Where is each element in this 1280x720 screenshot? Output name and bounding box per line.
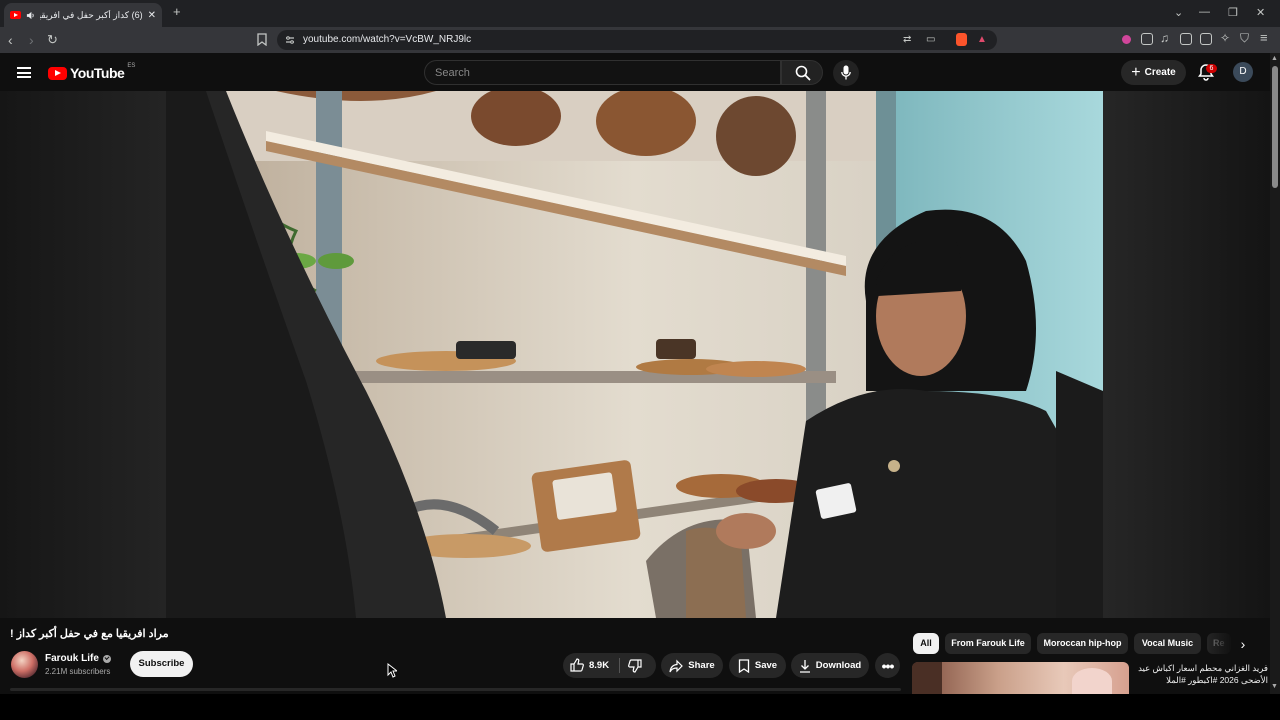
video-title: مراد افريقيا مع في حفل أكبر كداز ! — [10, 628, 169, 640]
speaker-icon[interactable] — [26, 11, 35, 20]
save-button[interactable]: Save — [729, 653, 786, 678]
more-actions-button[interactable]: ••• — [875, 653, 900, 678]
video-frame[interactable] — [166, 91, 1103, 618]
browser-toolbar: ‹ › ↻ youtube.com/watch?v=VcBW_NRJ9lc ⇄ … — [0, 27, 1280, 53]
save-icon — [738, 658, 750, 673]
chips-next-chevron-icon[interactable]: › — [1233, 634, 1253, 654]
channel-name-row[interactable]: Farouk Life — [45, 653, 111, 664]
thumb-sheep — [1072, 668, 1112, 694]
close-window-icon[interactable]: ✕ — [1256, 6, 1265, 19]
save-label: Save — [754, 660, 778, 671]
site-info-icon[interactable] — [285, 35, 295, 45]
like-divider — [619, 658, 620, 673]
youtube-favicon-icon — [10, 11, 21, 19]
video-scene — [166, 91, 1103, 618]
media-icon[interactable]: ♫ — [1160, 31, 1169, 45]
bottom-bar — [0, 694, 1280, 720]
video-ambient-right — [1103, 91, 1270, 618]
new-tab-icon[interactable]: + — [173, 4, 181, 19]
bookmark-icon[interactable] — [257, 33, 267, 46]
url-text: youtube.com/watch?v=VcBW_NRJ9lc — [303, 34, 472, 45]
tab-title: (6) كداز أكبر حفل في افريقيا مع... — [40, 9, 143, 20]
description-box-edge — [10, 688, 901, 691]
country-code: ES — [127, 63, 136, 69]
logo-text: YouTube — [70, 65, 125, 81]
translate-icon[interactable]: ⇄ — [903, 30, 911, 50]
brave-shield-icon[interactable] — [956, 33, 967, 46]
like-icon[interactable] — [570, 658, 584, 672]
plus-icon: + — [1131, 63, 1141, 81]
wallet-extension-icon[interactable] — [1122, 35, 1131, 44]
close-tab-icon[interactable]: ✕ — [148, 10, 156, 21]
notification-badge: 6 — [1206, 64, 1217, 73]
minimize-icon[interactable]: — — [1199, 6, 1210, 18]
microphone-icon — [841, 65, 851, 80]
chip-moroccan-hip-hop[interactable]: Moroccan hip-hop — [1037, 633, 1128, 654]
scrollbar-thumb[interactable] — [1272, 66, 1278, 188]
search-button[interactable] — [781, 60, 823, 85]
search-input[interactable] — [424, 60, 781, 85]
share-icon — [669, 659, 684, 672]
download-icon — [799, 659, 810, 673]
youtube-logo[interactable]: YouTube ES — [48, 63, 136, 81]
chip-from-channel[interactable]: From Farouk Life — [945, 633, 1031, 654]
leo-ai-icon[interactable]: ✧ — [1220, 31, 1230, 45]
extensions-icon[interactable] — [1141, 33, 1153, 45]
reload-icon[interactable]: ↻ — [47, 32, 58, 48]
tab-search-icon[interactable]: ⌄ — [1174, 6, 1183, 19]
chip-fade — [1204, 630, 1234, 657]
wallet-icon[interactable] — [1200, 33, 1212, 45]
hamburger-menu-icon[interactable] — [17, 67, 31, 78]
create-button[interactable]: + Create — [1121, 60, 1186, 85]
like-dislike-group: 8.9K — [563, 653, 656, 678]
cast-icon[interactable]: ▭ — [926, 30, 935, 50]
channel-avatar[interactable] — [11, 651, 38, 678]
channel-name[interactable]: Farouk Life — [45, 653, 99, 664]
scroll-up-icon[interactable]: ▲ — [1271, 55, 1278, 62]
browser-tab[interactable]: (6) كداز أكبر حفل في افريقيا مع... ✕ — [4, 3, 162, 27]
share-label: Share — [688, 660, 715, 671]
voice-search-button[interactable] — [833, 60, 859, 86]
mouse-cursor-icon — [387, 663, 397, 678]
subscribe-button[interactable]: Subscribe — [130, 651, 193, 677]
download-label: Download — [815, 660, 862, 671]
verified-check-icon — [102, 654, 111, 663]
forward-icon[interactable]: › — [29, 32, 34, 48]
restore-icon[interactable]: ❐ — [1228, 6, 1238, 19]
back-icon[interactable]: ‹ — [8, 32, 13, 48]
browser-tab-bar: (6) كداز أكبر حفل في افريقيا مع... ✕ + ⌄… — [0, 0, 1280, 27]
address-bar[interactable]: youtube.com/watch?v=VcBW_NRJ9lc ⇄ ▭ ▲ — [277, 30, 997, 50]
chip-all[interactable]: All — [913, 633, 939, 654]
dislike-icon[interactable] — [628, 659, 642, 673]
menu-icon[interactable]: ≡ — [1260, 30, 1268, 45]
like-count[interactable]: 8.9K — [589, 660, 609, 671]
video-ambient-left — [0, 91, 166, 618]
chip-vocal-music[interactable]: Vocal Music — [1134, 633, 1201, 654]
subscriber-count: 2.21M subscribers — [45, 667, 111, 676]
user-avatar[interactable]: D — [1233, 62, 1253, 82]
brave-rewards-icon[interactable]: ▲ — [977, 30, 987, 50]
search-icon — [795, 65, 811, 81]
recommended-title[interactable]: فريد الغزاني محطم اسعار اكباش عيد الأضحى… — [1134, 662, 1268, 692]
more-icon: ••• — [881, 657, 895, 674]
download-button[interactable]: Download — [791, 653, 869, 678]
youtube-header: YouTube ES + Create D — [0, 53, 1270, 91]
share-button[interactable]: Share — [661, 653, 723, 678]
youtube-logo-icon — [48, 66, 67, 80]
thumb-person-left — [912, 662, 942, 694]
scroll-down-icon[interactable]: ▼ — [1271, 683, 1278, 690]
vpn-icon[interactable]: ⛉ — [1240, 31, 1249, 46]
sidebar-icon[interactable] — [1180, 33, 1192, 45]
create-label: Create — [1144, 67, 1176, 78]
recommended-thumbnail[interactable] — [912, 662, 1129, 694]
